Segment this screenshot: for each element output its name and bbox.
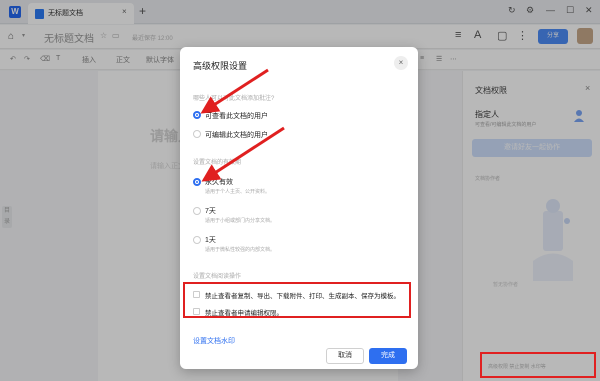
watermark-link[interactable]: 设置文档水印 [193, 336, 235, 346]
radio-1day[interactable] [193, 236, 201, 244]
option-7days-label[interactable]: 7天 [205, 206, 216, 216]
validity-question: 设置文档的有效期 [193, 160, 242, 166]
option-editors-label[interactable]: 可编辑此文档的用户 [205, 130, 268, 140]
advanced-permission-dialog: 高级权限设置 × 哪些人可以对此文档添加批注? 可查看此文档的用户 可编辑此文档… [180, 47, 418, 369]
option-7days-sub: 适用于小组或部门内分享文档。 [205, 218, 276, 224]
annotation-box-viewer-ops [183, 282, 411, 318]
done-button[interactable]: 完成 [369, 348, 407, 364]
option-forever-label[interactable]: 永久有效 [205, 177, 233, 187]
cancel-button[interactable]: 取消 [326, 348, 364, 364]
option-viewers-label[interactable]: 可查看此文档的用户 [205, 111, 268, 121]
viewer-ops-question: 设置文档阅读操作 [193, 274, 242, 280]
comment-question: 哪些人可以对此文档添加批注? [193, 96, 275, 102]
radio-forever[interactable] [193, 178, 201, 186]
option-forever-sub: 适用于个人主页、公开资料。 [205, 189, 271, 195]
radio-editors[interactable] [193, 130, 201, 138]
radio-7days[interactable] [193, 207, 201, 215]
option-1day-label[interactable]: 1天 [205, 235, 216, 245]
option-1day-sub: 适用于微私性较强的内部文档。 [205, 247, 276, 253]
dialog-title: 高级权限设置 [193, 61, 248, 71]
close-icon[interactable]: × [394, 56, 408, 70]
annotation-box-panel-footer [480, 352, 596, 378]
radio-viewers[interactable] [193, 111, 201, 119]
